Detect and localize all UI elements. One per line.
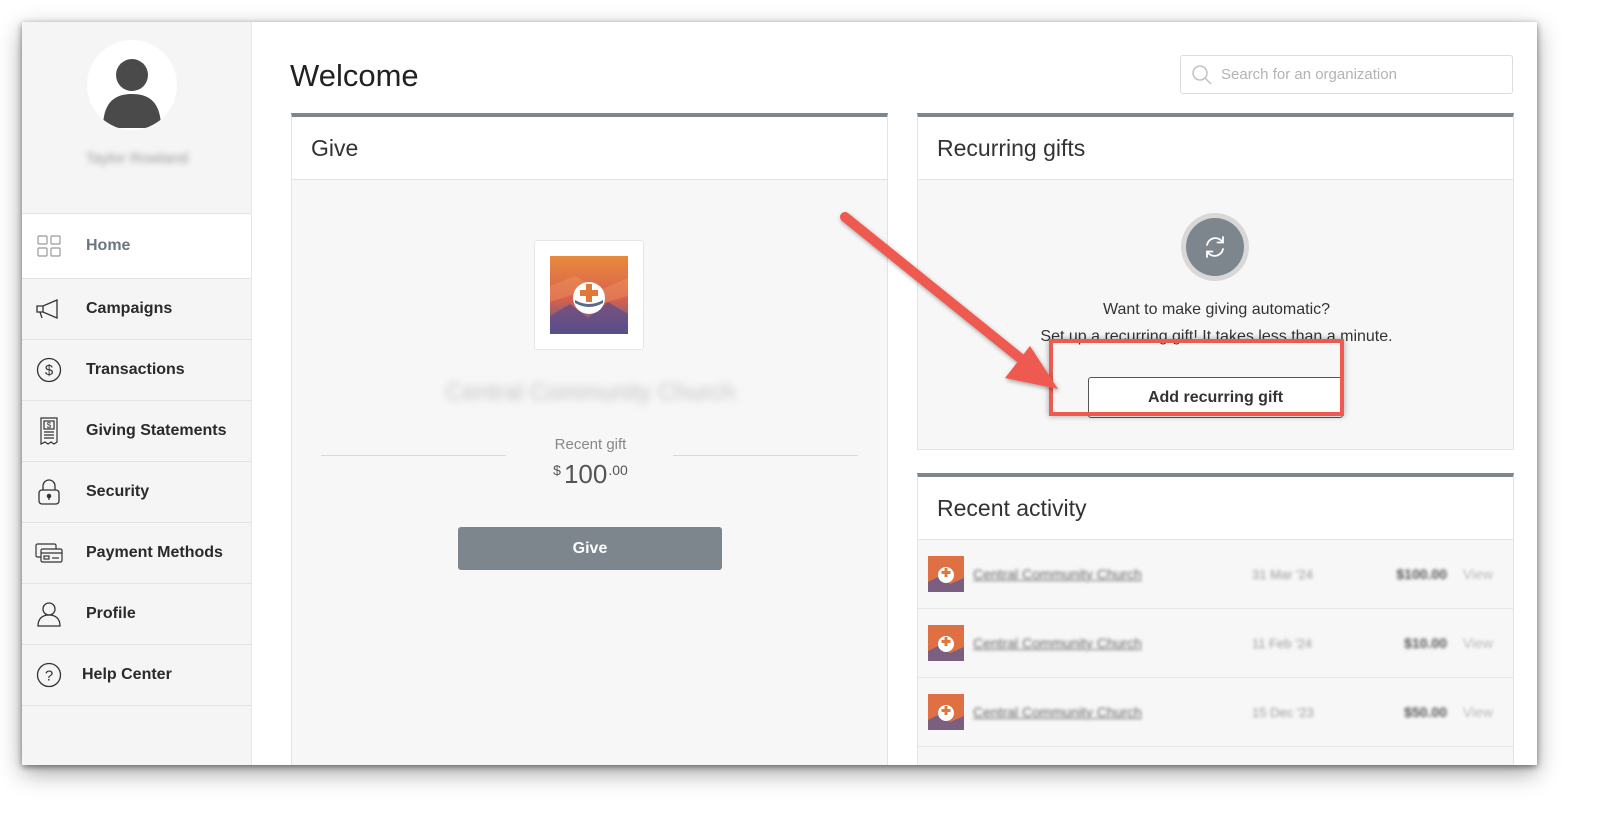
receipt-icon: $ — [34, 416, 64, 446]
grid-icon — [34, 231, 64, 261]
recurring-prompt-line-2: Set up a recurring gift! It takes less t… — [1040, 328, 1393, 345]
recurring-card-header: Recurring gifts — [918, 117, 1513, 180]
organization-name: Central Community Church — [445, 379, 736, 406]
church-logo-icon — [550, 256, 628, 334]
activity-row[interactable]: Central Community Church 31 Mar '24 $100… — [918, 540, 1513, 609]
app-window: Taylor Rowland Home Campaigns $ Transact… — [22, 22, 1537, 765]
main-content: Welcome Give — [252, 22, 1537, 765]
recurring-icon-circle — [1186, 218, 1244, 276]
megaphone-icon — [34, 294, 64, 324]
give-card: Give Central Community Church Recent gif… — [291, 113, 888, 765]
activity-row[interactable]: Central Community Church 11 Feb '24 $10.… — [918, 609, 1513, 678]
currency-symbol: $ — [553, 462, 561, 478]
church-logo-icon — [928, 694, 964, 730]
give-card-header: Give — [292, 117, 887, 180]
add-recurring-gift-button[interactable]: Add recurring gift — [1088, 377, 1343, 418]
amount-cents: .00 — [608, 462, 628, 478]
dollar-circle-icon: $ — [34, 355, 64, 385]
activity-view-link[interactable]: View — [1463, 635, 1493, 651]
amount-whole: 100 — [563, 459, 608, 489]
activity-org-link[interactable]: Central Community Church — [973, 704, 1142, 720]
sidebar-item-security[interactable]: Security — [22, 462, 251, 523]
give-button[interactable]: Give — [458, 527, 722, 570]
credit-card-icon — [34, 538, 64, 568]
search-box[interactable] — [1180, 55, 1513, 94]
sidebar-item-giving-statements[interactable]: $ Giving Statements — [22, 401, 251, 462]
divider — [321, 455, 506, 456]
search-icon — [1192, 64, 1212, 85]
recent-gift-amount: $100.00 — [292, 459, 889, 490]
church-logo-icon — [928, 556, 964, 592]
sidebar-item-label: Payment Methods — [86, 544, 223, 561]
profile-section: Taylor Rowland — [22, 22, 251, 214]
svg-text:$: $ — [45, 362, 54, 379]
activity-amount: $100.00 — [1396, 566, 1447, 582]
recent-gift-label: Recent gift — [554, 436, 627, 453]
activity-date: 15 Dec '23 — [1252, 704, 1314, 720]
user-name: Taylor Rowland — [85, 150, 189, 167]
recurring-card-title: Recurring gifts — [937, 134, 1086, 161]
give-card-title: Give — [311, 134, 359, 161]
sidebar-item-label: Transactions — [86, 361, 185, 378]
sidebar-item-help-center[interactable]: ? Help Center — [22, 645, 251, 706]
svg-text:$: $ — [47, 421, 52, 430]
svg-text:?: ? — [45, 668, 53, 685]
sidebar-item-payment-methods[interactable]: Payment Methods — [22, 523, 251, 584]
refresh-icon — [1206, 236, 1224, 258]
activity-amount: $50.00 — [1404, 704, 1447, 720]
activity-view-link[interactable]: View — [1463, 704, 1493, 720]
activity-amount: $10.00 — [1404, 635, 1447, 651]
activity-org-link[interactable]: Central Community Church — [973, 635, 1142, 651]
divider — [673, 455, 858, 456]
recurring-icon-badge — [1181, 213, 1249, 281]
page-title: Welcome — [290, 58, 419, 93]
activity-date: 31 Mar '24 — [1252, 566, 1314, 582]
question-circle-icon: ? — [34, 660, 64, 690]
sidebar-item-label: Profile — [86, 605, 136, 622]
recurring-gifts-card: Recurring gifts Want to make giving auto… — [917, 113, 1514, 450]
recurring-prompt-line-1: Want to make giving automatic? — [1102, 301, 1331, 318]
sidebar-item-label: Home — [86, 237, 131, 254]
activity-org-link[interactable]: Central Community Church — [973, 566, 1142, 582]
church-logo-icon — [928, 625, 964, 661]
sidebar-item-label: Help Center — [82, 666, 172, 683]
sidebar-item-transactions[interactable]: $ Transactions — [22, 340, 251, 401]
activity-card-title: Recent activity — [937, 494, 1087, 521]
sidebar-item-label: Campaigns — [86, 300, 173, 317]
activity-list: Central Community Church 31 Mar '24 $100… — [918, 540, 1513, 747]
person-icon — [34, 599, 64, 629]
lock-icon — [34, 477, 64, 507]
sidebar-item-campaigns[interactable]: Campaigns — [22, 279, 251, 340]
sidebar: Taylor Rowland Home Campaigns $ Transact… — [22, 22, 252, 765]
organization-logo[interactable] — [534, 240, 644, 350]
activity-card-header: Recent activity — [918, 477, 1513, 540]
sidebar-item-label: Security — [86, 483, 150, 500]
search-input[interactable] — [1221, 66, 1501, 83]
sidebar-item-profile[interactable]: Profile — [22, 584, 251, 645]
activity-date: 11 Feb '24 — [1252, 635, 1313, 651]
sidebar-item-label: Giving Statements — [86, 422, 227, 439]
person-silhouette-icon — [103, 59, 161, 128]
avatar[interactable] — [87, 40, 177, 130]
sidebar-item-home[interactable]: Home — [22, 214, 251, 279]
activity-row[interactable]: Central Community Church 15 Dec '23 $50.… — [918, 678, 1513, 747]
activity-view-link[interactable]: View — [1463, 566, 1493, 582]
recent-activity-card: Recent activity Central Community Church… — [917, 473, 1514, 765]
